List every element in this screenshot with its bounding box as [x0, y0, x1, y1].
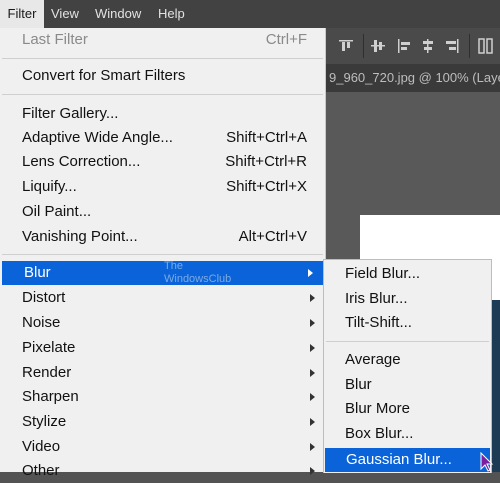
menu-item-label: Sharpen	[22, 388, 79, 405]
filter-menu: Last Filter Ctrl+F Convert for Smart Fil…	[0, 28, 326, 479]
submenu-arrow-icon	[310, 344, 315, 352]
submenu-item-average[interactable]: Average	[324, 348, 491, 372]
submenu-item-label: Blur	[345, 376, 372, 393]
menu-item-label: Render	[22, 364, 72, 381]
menu-view[interactable]: View	[51, 0, 79, 28]
watermark: The WindowsClub	[164, 260, 231, 286]
menu-item-stylize[interactable]: Stylize	[0, 410, 325, 434]
submenu-item-blur-more[interactable]: Blur More	[324, 397, 491, 421]
submenu-arrow-icon	[310, 319, 315, 327]
menu-window[interactable]: Window	[95, 0, 141, 28]
menu-item-filter-gallery[interactable]: Filter Gallery...	[0, 102, 325, 126]
submenu-item-field-blur[interactable]: Field Blur...	[324, 262, 491, 286]
submenu-arrow-icon	[310, 418, 315, 426]
menu-item-label: Video	[22, 438, 61, 455]
watermark-line1: The	[164, 260, 183, 272]
menu-item-label: Adaptive Wide Angle...	[22, 129, 173, 146]
submenu-arrow-icon	[310, 294, 315, 302]
menu-divider	[2, 58, 323, 59]
distribute-right-icon[interactable]	[443, 37, 461, 55]
menu-item-vanishing-point[interactable]: Vanishing Point... Alt+Ctrl+V	[0, 225, 325, 249]
distribute-hcenter-icon[interactable]	[419, 37, 437, 55]
menu-item-last-filter[interactable]: Last Filter Ctrl+F	[0, 28, 325, 52]
submenu-item-label: Tilt-Shift...	[345, 314, 412, 331]
submenu-item-label: Blur More	[345, 400, 411, 417]
menubar: Filter View Window Help	[0, 0, 500, 28]
menu-item-label: Lens Correction...	[22, 153, 141, 170]
menu-item-render[interactable]: Render	[0, 361, 325, 385]
document-tab-title: 9_960_720.jpg @ 100% (Layer	[329, 70, 500, 85]
submenu-item-label: Average	[345, 351, 401, 368]
menu-help[interactable]: Help	[158, 0, 185, 28]
menu-item-liquify[interactable]: Liquify... Shift+Ctrl+X	[0, 175, 325, 199]
auto-align-icon[interactable]	[477, 37, 495, 55]
align-bottom-icon[interactable]	[395, 37, 413, 55]
menu-item-shortcut: Alt+Ctrl+V	[238, 228, 307, 245]
mouse-pointer-icon	[480, 451, 494, 477]
menu-filter[interactable]: Filter	[0, 0, 44, 28]
submenu-item-label: Gaussian Blur...	[346, 451, 452, 468]
submenu-item-iris-blur[interactable]: Iris Blur...	[324, 287, 491, 311]
submenu-item-box-blur[interactable]: Box Blur...	[324, 422, 491, 446]
watermark-line2: WindowsClub	[164, 273, 232, 285]
menu-item-adaptive-wide-angle[interactable]: Adaptive Wide Angle... Shift+Ctrl+A	[0, 126, 325, 150]
toolbar-divider	[469, 34, 470, 58]
submenu-item-label: Box Blur...	[345, 425, 414, 442]
menu-item-label: Vanishing Point...	[22, 228, 138, 245]
menu-item-noise[interactable]: Noise	[0, 311, 325, 335]
menu-item-label: Pixelate	[22, 339, 76, 356]
document-tab[interactable]: 9_960_720.jpg @ 100% (Layer	[325, 64, 500, 92]
menu-item-blur[interactable]: Blur	[2, 261, 323, 285]
menu-item-pixelate[interactable]: Pixelate	[0, 336, 325, 360]
menu-item-lens-correction[interactable]: Lens Correction... Shift+Ctrl+R	[0, 150, 325, 174]
menu-item-video[interactable]: Video	[0, 435, 325, 459]
menu-item-shortcut: Shift+Ctrl+R	[225, 153, 307, 170]
submenu-arrow-icon	[310, 443, 315, 451]
menu-item-label: Filter Gallery...	[22, 105, 119, 122]
submenu-item-label: Iris Blur...	[345, 290, 408, 307]
menu-item-label: Last Filter	[22, 31, 88, 48]
menu-item-shortcut: Ctrl+F	[265, 31, 307, 48]
menu-divider	[2, 254, 323, 255]
menu-item-shortcut: Shift+Ctrl+A	[226, 129, 307, 146]
menu-item-label: Liquify...	[22, 178, 77, 195]
menu-item-convert-smart-filters[interactable]: Convert for Smart Filters	[0, 64, 325, 88]
menu-item-distort[interactable]: Distort	[0, 286, 325, 310]
options-bar	[325, 28, 500, 64]
menu-item-label: Distort	[22, 289, 66, 306]
align-vcenter-icon[interactable]	[369, 37, 387, 55]
submenu-item-gaussian-blur[interactable]: Gaussian Blur...	[325, 448, 490, 472]
menu-item-oil-paint[interactable]: Oil Paint...	[0, 200, 325, 224]
menu-item-other[interactable]: Other	[0, 459, 325, 483]
align-top-icon[interactable]	[337, 37, 355, 55]
submenu-arrow-icon	[310, 467, 315, 475]
submenu-item-label: Field Blur...	[345, 265, 421, 282]
menu-item-label: Blur	[24, 264, 51, 281]
menu-divider	[2, 94, 323, 95]
submenu-divider	[326, 341, 489, 342]
menu-item-label: Other	[22, 462, 60, 479]
menu-item-label: Oil Paint...	[22, 203, 92, 220]
menu-item-label: Stylize	[22, 413, 67, 430]
submenu-item-tilt-shift[interactable]: Tilt-Shift...	[324, 311, 491, 335]
submenu-item-blur[interactable]: Blur	[324, 373, 491, 397]
submenu-arrow-icon	[308, 269, 313, 277]
submenu-arrow-icon	[310, 393, 315, 401]
submenu-arrow-icon	[310, 369, 315, 377]
menu-item-label: Noise	[22, 314, 61, 331]
menu-item-label: Convert for Smart Filters	[22, 67, 186, 84]
blur-submenu: Field Blur... Iris Blur... Tilt-Shift...…	[323, 259, 492, 473]
toolbar-divider	[363, 34, 364, 58]
menu-item-shortcut: Shift+Ctrl+X	[226, 178, 307, 195]
menu-item-sharpen[interactable]: Sharpen	[0, 385, 325, 409]
